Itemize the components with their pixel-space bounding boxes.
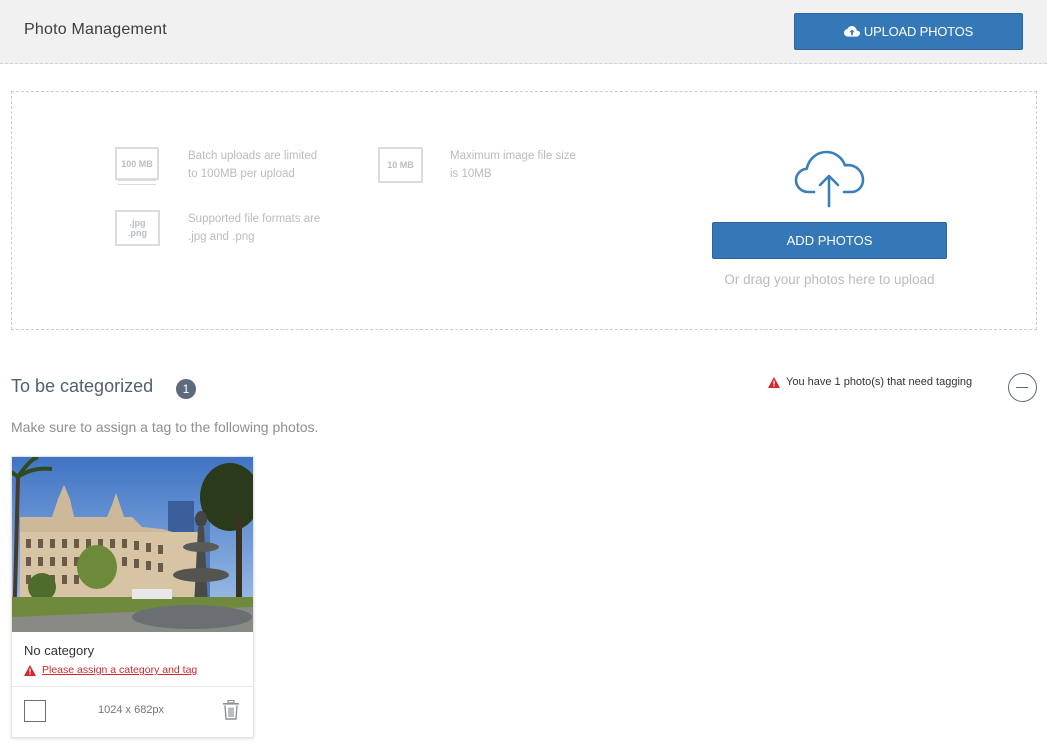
page-header: Photo Management UPLOAD PHOTOS bbox=[0, 0, 1047, 64]
tagging-warning-text: You have 1 photo(s) that need tagging bbox=[786, 376, 973, 388]
batch-limit-icon: 100 MB bbox=[115, 147, 159, 180]
warning-icon bbox=[24, 664, 36, 676]
upload-photos-button[interactable]: UPLOAD PHOTOS bbox=[794, 13, 1023, 50]
cloud-upload-icon bbox=[843, 25, 860, 37]
photo-dropzone[interactable]: 100 MB Batch uploads are limited to 100M… bbox=[11, 91, 1037, 330]
count-badge: 1 bbox=[176, 379, 196, 399]
cloud-upload-icon bbox=[794, 150, 865, 208]
file-format-text: Supported file formats are .jpg and .png bbox=[188, 213, 321, 243]
tagging-warning: You have 1 photo(s) that need tagging bbox=[768, 376, 972, 388]
card-divider bbox=[12, 686, 253, 687]
photo-image bbox=[12, 457, 253, 632]
batch-limit-icon-lines bbox=[118, 180, 156, 185]
photo-select-checkbox[interactable] bbox=[24, 700, 46, 722]
warning-icon bbox=[768, 376, 780, 388]
drag-hint: Or drag your photos here to upload bbox=[724, 272, 935, 287]
batch-limit-text: Batch uploads are limited to 100MB per u… bbox=[188, 150, 318, 180]
photo-card[interactable]: No category Please assign a category and… bbox=[11, 456, 254, 738]
file-size-icon: 10 MB bbox=[378, 147, 423, 183]
file-size-text: Maximum image file size is 10MB bbox=[450, 150, 576, 180]
photo-thumbnail[interactable] bbox=[12, 457, 253, 632]
file-format-icon: .jpg .png bbox=[115, 210, 160, 246]
upload-photos-label: UPLOAD PHOTOS bbox=[863, 24, 974, 39]
section-subtitle: Make sure to assign a tag to the followi… bbox=[11, 419, 319, 435]
photo-category-warning: Please assign a category and tag bbox=[24, 664, 197, 676]
collapse-section-button[interactable] bbox=[1008, 373, 1037, 402]
assign-category-link[interactable]: Please assign a category and tag bbox=[42, 664, 197, 676]
photo-dimensions: 1024 x 682px bbox=[98, 704, 165, 716]
section-title: To be categorized bbox=[11, 376, 154, 396]
trash-icon[interactable] bbox=[222, 700, 240, 720]
add-photos-button[interactable]: ADD PHOTOS bbox=[712, 222, 947, 259]
page-title: Photo Management bbox=[24, 21, 167, 38]
photo-category: No category bbox=[24, 643, 95, 658]
